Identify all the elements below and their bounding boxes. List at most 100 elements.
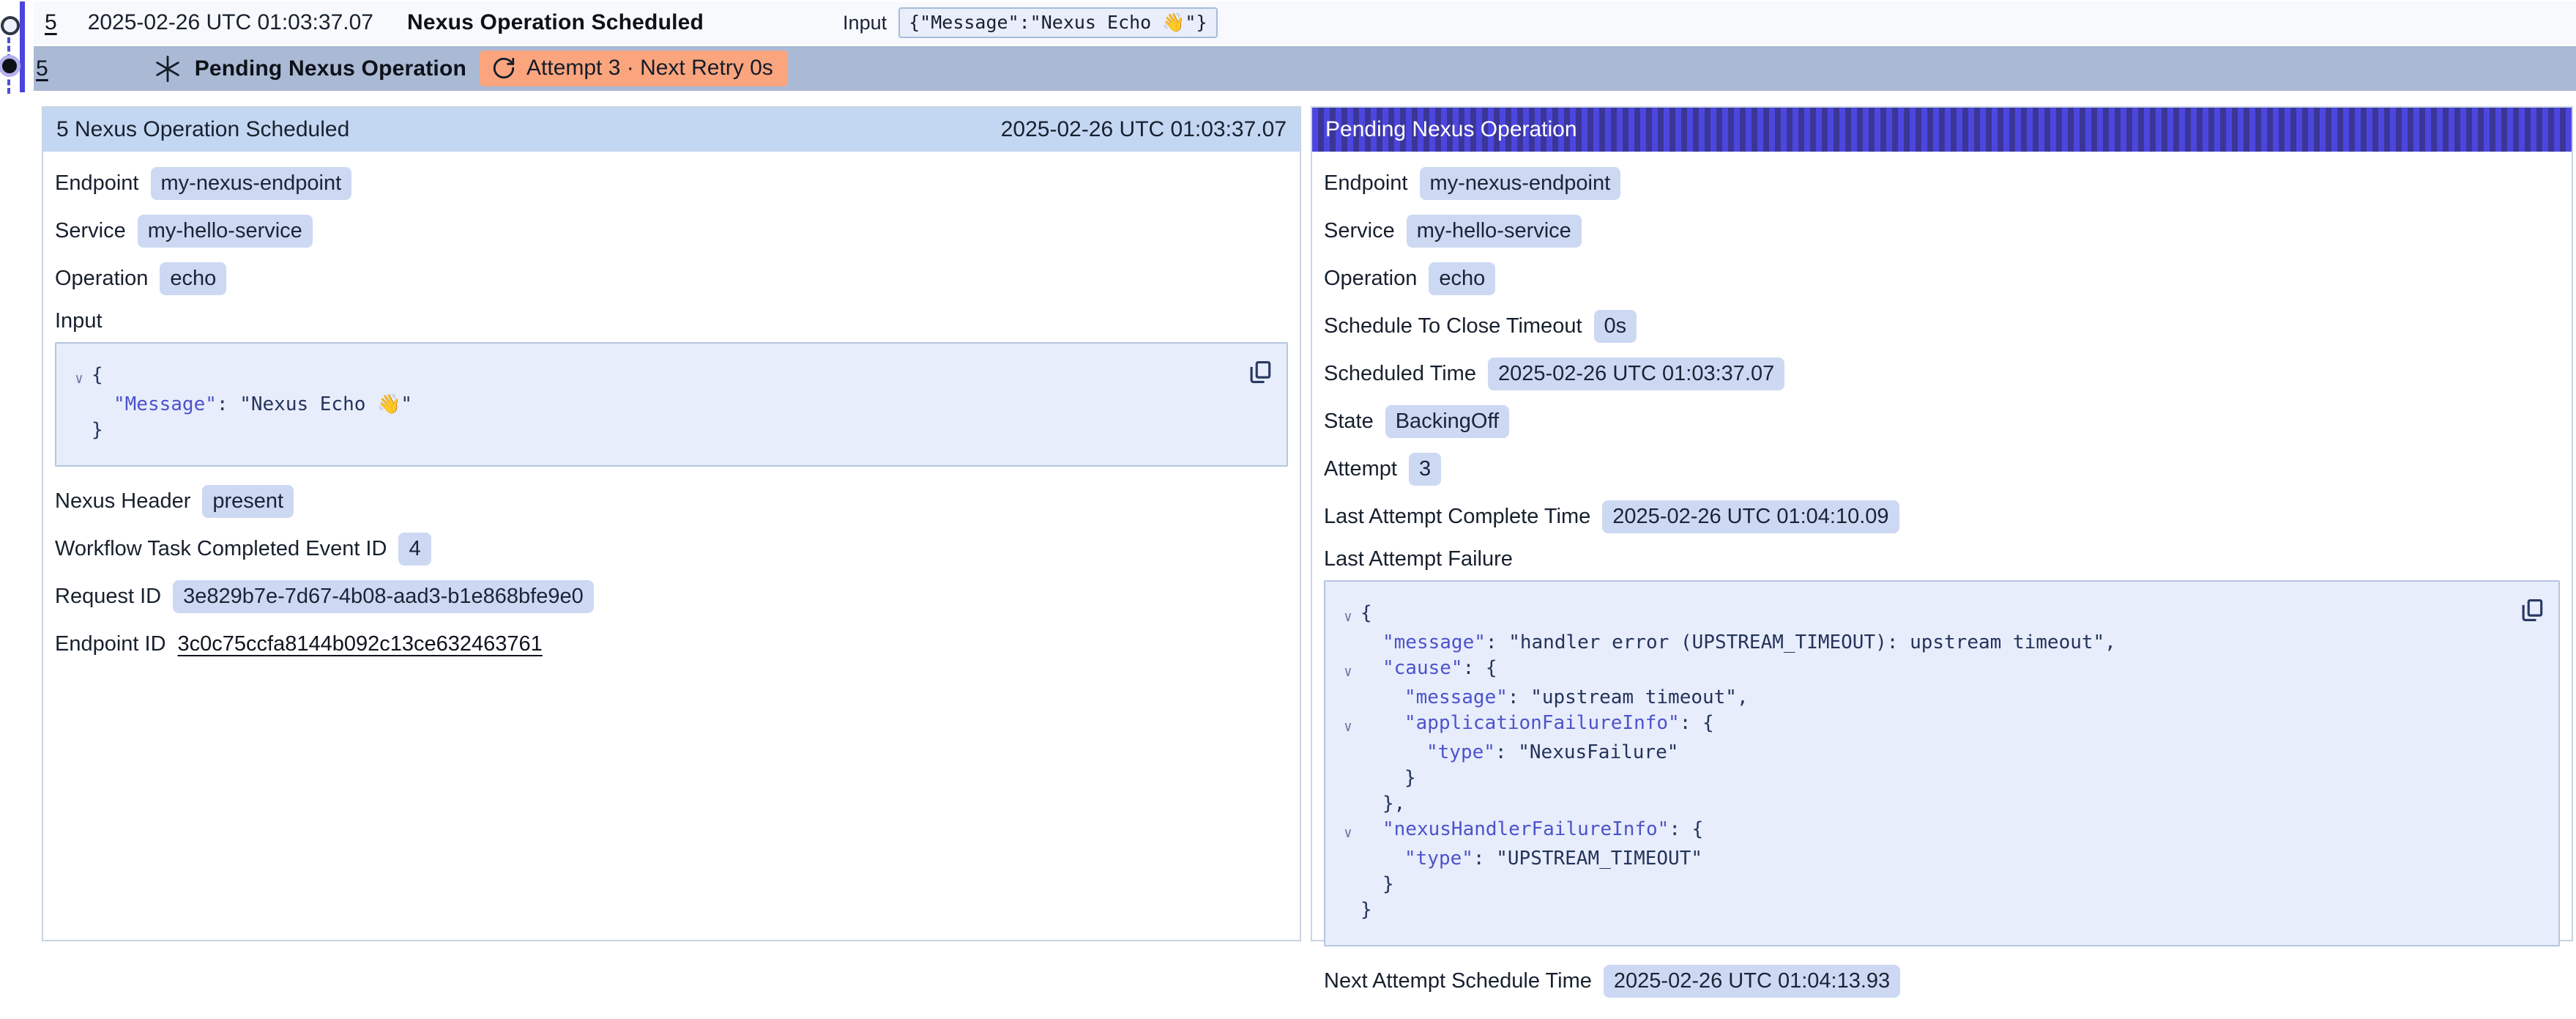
json-text: : { bbox=[1463, 657, 1497, 679]
field-label: Operation bbox=[1324, 267, 1417, 291]
input-section-label: Input bbox=[55, 309, 1288, 333]
code-gutter bbox=[1336, 872, 1360, 897]
field-label: Endpoint bbox=[55, 171, 139, 196]
field-label: Attempt bbox=[1324, 457, 1397, 481]
event-timeline bbox=[0, 1, 34, 98]
code-gutter bbox=[1336, 791, 1360, 817]
json-text: } bbox=[1404, 767, 1416, 789]
field-row-service: Service my-hello-service bbox=[1324, 214, 2560, 248]
json-key: "message" bbox=[1382, 631, 1486, 653]
code-line: "Message": "Nexus Echo 👋" bbox=[67, 392, 1235, 418]
json-text: "Nexus Echo 👋" bbox=[239, 393, 412, 415]
collapse-chevron-icon[interactable]: ∨ bbox=[67, 363, 92, 392]
collapse-chevron-icon[interactable]: ∨ bbox=[1336, 601, 1360, 630]
code-gutter bbox=[1336, 766, 1360, 791]
event-row-scheduled[interactable]: 5 2025-02-26 UTC 01:03:37.07 Nexus Opera… bbox=[34, 1, 2576, 44]
code-line: ∨{ bbox=[67, 363, 1235, 392]
json-text: : bbox=[217, 393, 239, 415]
collapse-chevron-icon[interactable]: ∨ bbox=[1336, 711, 1360, 740]
field-label: Next Attempt Schedule Time bbox=[1324, 969, 1592, 993]
field-row-endpoint: Endpoint my-nexus-endpoint bbox=[1324, 166, 2560, 200]
pending-event-name: Pending Nexus Operation bbox=[195, 56, 466, 81]
field-value-badge: my-hello-service bbox=[138, 215, 313, 248]
field-row-operation: Operation echo bbox=[55, 262, 1288, 295]
code-gutter bbox=[67, 392, 92, 418]
field-value-badge: BackingOff bbox=[1385, 405, 1509, 438]
field-value-badge: 4 bbox=[398, 533, 431, 566]
code-line: }, bbox=[1336, 791, 2507, 817]
json-text: "upstream timeout", bbox=[1530, 686, 1748, 708]
field-label: Endpoint bbox=[1324, 171, 1408, 196]
collapse-chevron-icon[interactable]: ∨ bbox=[1336, 656, 1360, 685]
json-key: "cause" bbox=[1382, 657, 1463, 679]
json-text: : bbox=[1495, 741, 1518, 763]
field-label: Service bbox=[1324, 219, 1395, 243]
json-key: "Message" bbox=[113, 393, 217, 415]
json-text: : { bbox=[1669, 818, 1703, 840]
json-text: { bbox=[1360, 602, 1372, 624]
failure-section-label: Last Attempt Failure bbox=[1324, 547, 2560, 571]
json-key: "type" bbox=[1426, 741, 1495, 763]
field-label: Request ID bbox=[55, 585, 161, 609]
retry-icon bbox=[491, 56, 516, 81]
timeline-node-filled-icon[interactable] bbox=[2, 59, 17, 73]
collapse-chevron-icon[interactable]: ∨ bbox=[1336, 817, 1360, 846]
copy-icon[interactable] bbox=[1246, 357, 1275, 389]
json-key: "message" bbox=[1404, 686, 1508, 708]
json-key: "nexusHandlerFailureInfo" bbox=[1382, 818, 1669, 840]
endpoint-id-link[interactable]: 3c0c75ccfa8144b092c13ce632463761 bbox=[178, 632, 543, 656]
field-row-request-id: Request ID 3e829b7e-7d67-4b08-aad3-b1e86… bbox=[55, 579, 1288, 613]
code-line: } bbox=[1336, 872, 2507, 897]
code-line: ∨ "nexusHandlerFailureInfo": { bbox=[1336, 817, 2507, 846]
json-text: } bbox=[1382, 873, 1394, 895]
field-row-wft-completed-event-id: Workflow Task Completed Event ID 4 bbox=[55, 532, 1288, 566]
field-label: State bbox=[1324, 410, 1374, 434]
event-detail-header: 5 Nexus Operation Scheduled 2025-02-26 U… bbox=[43, 108, 1300, 152]
event-id-link[interactable]: 5 bbox=[45, 10, 57, 35]
field-value-badge: 3e829b7e-7d67-4b08-aad3-b1e868bfe9e0 bbox=[173, 580, 594, 613]
code-gutter bbox=[67, 418, 92, 443]
code-line: ∨ "cause": { bbox=[1336, 656, 2507, 685]
field-label: Nexus Header bbox=[55, 489, 190, 514]
field-value-badge: 2025-02-26 UTC 01:04:13.93 bbox=[1604, 965, 1900, 998]
timeline-node-open-icon[interactable] bbox=[1, 16, 20, 35]
code-line: ∨{ bbox=[1336, 601, 2507, 630]
pending-spinner-icon bbox=[152, 53, 183, 84]
field-value-badge: 2025-02-26 UTC 01:04:10.09 bbox=[1602, 500, 1899, 533]
event-input-label: Input bbox=[843, 12, 887, 34]
json-text: : { bbox=[1680, 712, 1714, 734]
copy-icon[interactable] bbox=[2517, 595, 2547, 627]
json-text: "handler error (UPSTREAM_TIMEOUT): upstr… bbox=[1508, 631, 2116, 653]
code-line: "message": "upstream timeout", bbox=[1336, 685, 2507, 711]
event-timestamp: 2025-02-26 UTC 01:03:37.07 bbox=[88, 10, 373, 35]
code-gutter bbox=[1336, 897, 1360, 923]
field-label: Schedule To Close Timeout bbox=[1324, 314, 1582, 338]
code-line: } bbox=[67, 418, 1235, 443]
field-label: Workflow Task Completed Event ID bbox=[55, 537, 387, 561]
field-row-endpoint-id: Endpoint ID 3c0c75ccfa8144b092c13ce63246… bbox=[55, 627, 1288, 661]
field-row-schedule-to-close-timeout: Schedule To Close Timeout 0s bbox=[1324, 309, 2560, 343]
field-label: Last Attempt Complete Time bbox=[1324, 505, 1590, 529]
field-row-last-attempt-complete-time: Last Attempt Complete Time 2025-02-26 UT… bbox=[1324, 500, 2560, 533]
event-input-chip: {"Message":"Nexus Echo 👋"} bbox=[898, 7, 1217, 38]
field-label: Operation bbox=[55, 267, 148, 291]
code-line: "message": "handler error (UPSTREAM_TIME… bbox=[1336, 630, 2507, 656]
code-gutter bbox=[1336, 846, 1360, 872]
event-name: Nexus Operation Scheduled bbox=[407, 10, 704, 35]
event-row-pending-selected[interactable]: 5 Pending Nexus Operation Attempt 3 · Ne… bbox=[34, 46, 2576, 91]
retry-attempt-badge: Attempt 3 · Next Retry 0s bbox=[480, 51, 788, 86]
json-text: "NexusFailure" bbox=[1518, 741, 1678, 763]
event-detail-title: 5 Nexus Operation Scheduled bbox=[56, 117, 349, 142]
retry-badge-text: Attempt 3 · Next Retry 0s bbox=[526, 56, 773, 81]
pending-operation-header: Pending Nexus Operation bbox=[1312, 108, 2572, 152]
json-text: } bbox=[92, 419, 103, 441]
field-row-endpoint: Endpoint my-nexus-endpoint bbox=[55, 166, 1288, 200]
json-text: : bbox=[1473, 848, 1496, 870]
field-value-badge: my-nexus-endpoint bbox=[151, 167, 352, 200]
selected-event-accent-bar bbox=[20, 1, 25, 92]
pending-event-id-link[interactable]: 5 bbox=[36, 56, 48, 81]
input-json-viewer: ∨{"Message": "Nexus Echo 👋"} bbox=[55, 342, 1288, 467]
pending-operation-panel: Pending Nexus Operation Endpoint my-nexu… bbox=[1311, 106, 2573, 941]
field-label: Scheduled Time bbox=[1324, 362, 1476, 386]
event-detail-panel: 5 Nexus Operation Scheduled 2025-02-26 U… bbox=[42, 106, 1301, 941]
